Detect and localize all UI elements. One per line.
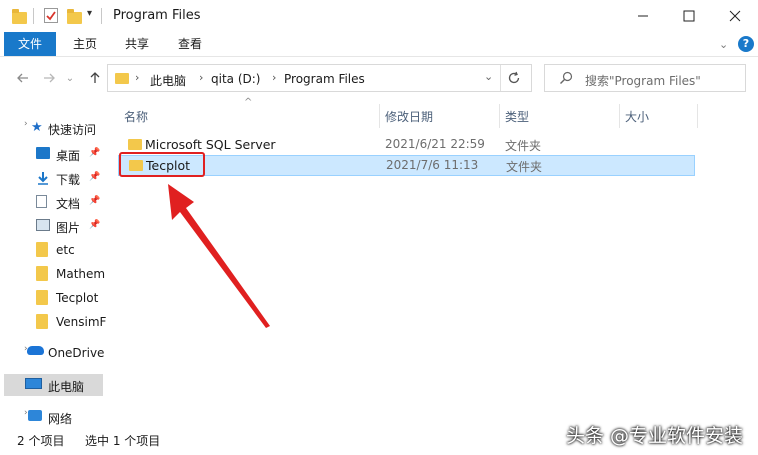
picture-icon [36, 219, 50, 231]
download-icon [36, 171, 50, 185]
status-selected-count: 选中 1 个项目 [85, 434, 161, 448]
pin-icon: 📌 [89, 148, 101, 158]
close-icon [729, 10, 741, 22]
tab-home[interactable]: 主页 [64, 32, 106, 56]
up-button[interactable] [84, 66, 106, 90]
minimize-icon [638, 15, 648, 17]
divider [33, 8, 34, 24]
breadcrumb-drive[interactable]: qita (D:) [211, 72, 260, 86]
nav-item-folder[interactable]: Tecplot [0, 287, 104, 309]
column-divider[interactable] [379, 104, 380, 128]
column-header-type[interactable]: 类型 [505, 107, 529, 127]
column-divider[interactable] [619, 104, 620, 128]
tab-share[interactable]: 共享 [116, 32, 158, 56]
nav-item-folder[interactable]: VensimF [0, 311, 106, 333]
refresh-icon [508, 71, 520, 84]
nav-item-downloads[interactable]: 下载 📌 [0, 167, 104, 189]
nav-item-folder[interactable]: etc [0, 239, 104, 261]
breadcrumb-this-pc[interactable]: 此电脑 [150, 72, 186, 89]
help-icon[interactable]: ? [738, 36, 754, 52]
document-icon [36, 195, 47, 208]
folder-icon [12, 9, 27, 24]
nav-network[interactable]: 网络 [48, 410, 72, 427]
nav-this-pc[interactable]: 此电脑 [4, 374, 103, 396]
status-item-count: 2 个项目 [17, 434, 65, 448]
table-row[interactable]: Microsoft SQL Server 2021/6/21 22:59 文件夹 [118, 134, 695, 155]
arrow-left-icon [17, 73, 28, 83]
close-button[interactable] [712, 0, 758, 32]
pin-icon: 📌 [89, 196, 101, 206]
cloud-icon [27, 346, 44, 355]
annotation-highlight-box [119, 152, 205, 177]
pin-icon: 📌 [89, 220, 101, 230]
column-divider[interactable] [499, 104, 500, 128]
computer-icon [25, 378, 42, 389]
search-input[interactable]: 搜索"Program Files" [544, 64, 746, 92]
maximize-icon [683, 10, 695, 22]
back-button[interactable] [12, 66, 34, 90]
folder-icon [36, 290, 48, 305]
chevron-right-icon[interactable]: › [24, 119, 28, 129]
nav-item-folder[interactable]: Mathem [0, 263, 105, 285]
chevron-right-icon: › [272, 71, 277, 84]
network-icon [28, 410, 42, 421]
forward-button[interactable] [38, 66, 60, 90]
divider [101, 8, 102, 24]
maximize-button[interactable] [666, 0, 712, 32]
chevron-right-icon: › [135, 71, 140, 84]
sort-up-icon: ^ [244, 97, 253, 108]
window-title: Program Files [113, 8, 201, 23]
column-header-date[interactable]: 修改日期 [385, 107, 433, 127]
tab-file[interactable]: 文件 [4, 32, 56, 56]
folder-icon [36, 266, 48, 281]
nav-onedrive[interactable]: OneDrive [48, 346, 104, 360]
breadcrumb-program-files[interactable]: Program Files [284, 72, 365, 86]
new-folder-icon[interactable] [67, 9, 82, 24]
nav-item-documents[interactable]: 文档 📌 [0, 191, 104, 213]
arrow-right-icon [44, 73, 55, 83]
nav-item-desktop[interactable]: 桌面 📌 [0, 143, 104, 165]
desktop-icon [36, 147, 50, 159]
column-header-name[interactable]: 名称 [124, 107, 148, 127]
properties-icon[interactable] [44, 8, 58, 23]
chevron-right-icon: › [199, 71, 204, 84]
ribbon [0, 32, 758, 56]
column-divider[interactable] [697, 104, 698, 128]
annotation-arrow [168, 184, 270, 328]
divider [0, 56, 758, 57]
folder-icon [36, 242, 48, 257]
search-icon [559, 71, 573, 88]
search-placeholder: 搜索"Program Files" [585, 74, 701, 88]
expand-ribbon-icon[interactable]: ⌄ [719, 38, 728, 51]
minimize-button[interactable] [620, 0, 666, 32]
column-header-size[interactable]: 大小 [625, 107, 649, 127]
watermark: 头条 @专业软件安装 [566, 425, 744, 447]
folder-icon [115, 73, 129, 84]
address-history-icon[interactable]: ⌄ [484, 70, 493, 83]
tab-view[interactable]: 查看 [169, 32, 211, 56]
star-icon: ★ [31, 120, 43, 135]
customize-quick-access-icon[interactable]: ▾ [87, 8, 92, 19]
address-bar[interactable]: › 此电脑 › qita (D:) › Program Files ⌄ [107, 64, 532, 92]
folder-icon [128, 139, 142, 150]
nav-quick-access[interactable]: 快速访问 [48, 121, 96, 138]
arrow-up-icon [90, 72, 100, 83]
refresh-button[interactable] [506, 70, 522, 89]
divider [500, 65, 501, 91]
pin-icon: 📌 [89, 172, 101, 182]
folder-icon [36, 314, 48, 329]
recent-locations-button[interactable]: ⌄ [62, 66, 78, 90]
nav-item-pictures[interactable]: 图片 📌 [0, 215, 104, 237]
